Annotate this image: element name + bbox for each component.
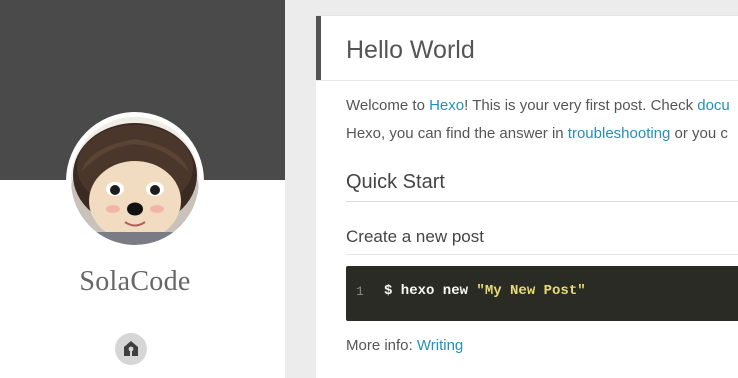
title-accent-bar <box>316 16 321 81</box>
writing-link[interactable]: Writing <box>417 337 463 354</box>
more-info-label: More info: <box>346 337 417 354</box>
intro-paragraph-line-2: Hexo, you can find the answer in trouble… <box>346 125 728 142</box>
quick-start-heading: Quick Start <box>346 171 445 193</box>
code-line: $ hexo new "My New Post" <box>384 283 586 299</box>
title-divider <box>316 80 738 81</box>
code-command: $ hexo new <box>384 283 477 299</box>
code-string: "My New Post" <box>476 283 586 299</box>
create-post-heading: Create a new post <box>346 227 484 246</box>
intro-text: Welcome to <box>346 97 430 114</box>
layout-gutter <box>285 0 315 378</box>
hexo-link[interactable]: Hexo <box>429 97 464 114</box>
more-info-line: More info: Writing <box>346 337 463 354</box>
troubleshooting-link[interactable]: troubleshooting <box>568 125 671 142</box>
docs-link[interactable]: docu <box>697 97 730 114</box>
intro-text: Hexo, you can find the answer in <box>346 125 568 142</box>
intro-text: ! This is your very first post. Check <box>464 97 698 114</box>
home-link[interactable] <box>115 333 147 365</box>
site-title[interactable]: SolaCode <box>0 266 270 298</box>
sidebar: SolaCode <box>0 0 285 378</box>
avatar[interactable] <box>66 112 204 250</box>
code-line-number: 1 <box>356 284 364 299</box>
intro-paragraph-line-1: Welcome to Hexo! This is your very first… <box>346 97 730 114</box>
subheading-rule <box>346 254 738 255</box>
avatar-image <box>71 117 199 245</box>
article-title[interactable]: Hello World <box>346 36 475 65</box>
code-block[interactable]: 1 $ hexo new "My New Post" <box>346 266 738 321</box>
intro-text: or you c <box>670 125 728 142</box>
heading-rule <box>346 201 738 202</box>
article-card: Hello World Welcome to Hexo! This is you… <box>316 15 738 378</box>
home-icon <box>124 341 138 356</box>
